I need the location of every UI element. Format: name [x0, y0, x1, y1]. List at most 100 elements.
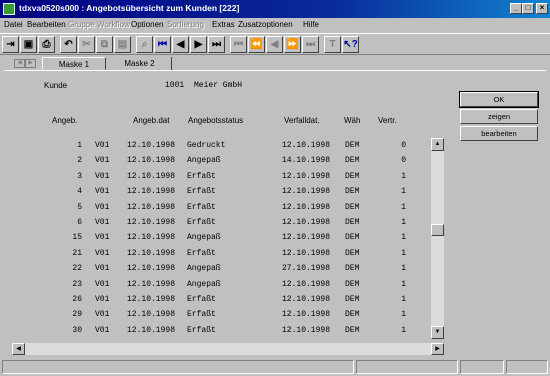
customer-label: Kunde [44, 81, 68, 90]
table-row[interactable]: 3 V01 12.10.1998 Erfaßt 12.10.1998 DEM 1 [12, 169, 432, 185]
table-row[interactable]: 23 V01 12.10.1998 Angepaß 12.10.1998 DEM 1 [12, 277, 432, 293]
help-pointer-icon[interactable]: ↖? [342, 36, 359, 53]
menu-optionen[interactable]: Optionen [131, 20, 163, 29]
cell-offer-position: V01 [95, 141, 110, 150]
previous-group-icon[interactable]: ⏪ [248, 36, 265, 53]
cell-offer-status: Erfaßt [187, 202, 216, 212]
tab-prev-icon[interactable]: ◀ [14, 59, 25, 68]
show-button[interactable]: zeigen [460, 109, 538, 124]
cell-offer-status: Erfaßt [187, 171, 216, 181]
find-icon[interactable]: ⌕ [136, 36, 153, 53]
cell-offer-number: 6 [77, 218, 82, 227]
column-header-currency: Wäh [344, 116, 361, 125]
cell-offer-position: V01 [95, 325, 110, 335]
table-row[interactable]: 29 V01 12.10.1998 Erfaßt 12.10.1998 DEM 1 [12, 307, 432, 323]
scroll-thumb[interactable] [431, 224, 444, 236]
previous-record-icon[interactable]: ◀ [172, 36, 189, 53]
exit-icon[interactable]: ⇥ [2, 36, 19, 53]
table-row[interactable]: 6 V01 12.10.1998 Erfaßt 12.10.1998 DEM 1 [12, 215, 432, 231]
minimize-icon[interactable]: _ [510, 3, 522, 14]
close-icon[interactable]: × [536, 3, 548, 14]
text-icon[interactable]: T [324, 36, 341, 53]
table-row[interactable]: 2 V01 12.10.1998 Angepaß 14.10.1998 DEM 0 [12, 153, 432, 169]
last-record-icon[interactable]: ⏭ [208, 36, 225, 53]
column-header-rep: Vertr. [378, 116, 397, 125]
paste-icon[interactable]: ⧉ [96, 36, 113, 53]
first-group-icon[interactable]: ⏮ [230, 36, 247, 53]
menu-extras[interactable]: Extras [212, 20, 235, 29]
last-group-icon[interactable]: ⏭ [302, 36, 319, 53]
cell-sales-rep: 1 [401, 218, 406, 227]
title-bar: tdxva0520s000 : Angebotsübersicht zum Ku… [0, 0, 550, 18]
table-row[interactable]: 21 V01 12.10.1998 Erfaßt 12.10.1998 DEM 1 [12, 246, 432, 262]
table-row[interactable]: 30 V01 12.10.1998 Erfaßt 12.10.1998 DEM 1 [12, 323, 432, 339]
cell-expiry-date: 12.10.1998 [282, 141, 331, 150]
cell-offer-number: 15 [72, 233, 82, 243]
cell-offer-status: Erfaßt [187, 187, 216, 197]
cell-offer-date: 12.10.1998 [127, 264, 176, 274]
app-icon[interactable] [3, 3, 15, 15]
ok-button[interactable]: OK [459, 91, 539, 108]
status-field-2 [356, 360, 458, 374]
cell-offer-position: V01 [95, 202, 110, 212]
cell-offer-date: 12.10.1998 [127, 171, 176, 181]
scroll-down-icon[interactable]: ▼ [431, 326, 444, 339]
cell-sales-rep: 0 [401, 141, 406, 150]
customer-number: 1001 [165, 81, 185, 90]
cell-offer-number: 4 [77, 187, 82, 197]
menu-sortierung[interactable]: Sortierung [167, 20, 204, 29]
menu-zusatzoptionen[interactable]: Zusatzoptionen [238, 20, 293, 29]
cell-offer-date: 12.10.1998 [127, 295, 176, 304]
window-title: tdxva0520s000 : Angebotsübersicht zum Ku… [19, 3, 240, 13]
cell-sales-rep: 1 [401, 325, 406, 335]
tab-next-icon[interactable]: ▶ [25, 59, 36, 68]
cell-sales-rep: 1 [401, 233, 406, 243]
tab-maske-2[interactable]: Maske 2 [108, 57, 172, 70]
undo-icon[interactable]: ↶ [60, 36, 77, 53]
maximize-icon[interactable]: □ [522, 3, 534, 14]
menu-hilfe[interactable]: Hilfe [303, 20, 319, 29]
cell-offer-number: 21 [72, 248, 82, 258]
table-row[interactable]: 5 V01 12.10.1998 Erfaßt 12.10.1998 DEM 1 [12, 200, 432, 216]
cell-offer-number: 26 [72, 295, 82, 304]
print-icon[interactable]: ⎙ [38, 36, 55, 53]
next-record-icon[interactable]: ▶ [190, 36, 207, 53]
menu-workflow[interactable]: Workflow [97, 20, 130, 29]
cell-sales-rep: 1 [401, 171, 406, 181]
tab-maske-1[interactable]: Maske 1 [42, 57, 106, 70]
scroll-up-icon[interactable]: ▲ [431, 138, 444, 151]
table-row[interactable]: 1 V01 12.10.1998 Gedruckt 12.10.1998 DEM 0 [12, 138, 432, 154]
save-icon[interactable]: ▣ [20, 36, 37, 53]
copy-icon[interactable]: ✂ [78, 36, 95, 53]
table-row[interactable]: 22 V01 12.10.1998 Angepaß 27.10.1998 DEM 1 [12, 261, 432, 277]
toolbar: ⇥ ▣ ⎙ ↶ ✂ ⧉ ▤ ⌕ ⏮ ◀ ▶ ⏭ ⏮ ⏪ ◀ ⏩ ⏭ T ↖? [0, 33, 550, 55]
table-row[interactable]: 26 V01 12.10.1998 Erfaßt 12.10.1998 DEM 1 [12, 292, 432, 308]
scroll-right-icon[interactable]: ▶ [431, 343, 444, 355]
table-row[interactable]: 4 V01 12.10.1998 Erfaßt 12.10.1998 DEM 1 [12, 184, 432, 200]
column-header-date: Angeb.dat [133, 116, 170, 125]
horizontal-scrollbar[interactable]: ◀ ▶ [12, 343, 444, 355]
cell-expiry-date: 12.10.1998 [282, 295, 331, 304]
cell-expiry-date: 12.10.1998 [282, 171, 331, 181]
cell-currency: DEM [345, 218, 360, 227]
first-record-icon[interactable]: ⏮ [154, 36, 171, 53]
cell-offer-number: 30 [72, 325, 82, 335]
edit-button[interactable]: bearbeiten [460, 126, 538, 141]
cell-sales-rep: 1 [401, 248, 406, 258]
menu-gruppe[interactable]: Gruppe [68, 20, 95, 29]
menu-datei[interactable]: Datei [4, 20, 23, 29]
cell-offer-status: Angepaß [187, 233, 221, 243]
cell-offer-number: 29 [72, 310, 82, 320]
cell-currency: DEM [345, 279, 360, 289]
cell-offer-date: 12.10.1998 [127, 310, 176, 320]
cell-expiry-date: 12.10.1998 [282, 279, 331, 289]
vertical-scrollbar[interactable]: ▲ ▼ [431, 138, 444, 339]
clipboard-icon[interactable]: ▤ [114, 36, 131, 53]
cell-offer-date: 12.10.1998 [127, 156, 176, 166]
table-row[interactable]: 15 V01 12.10.1998 Angepaß 12.10.1998 DEM 1 [12, 230, 432, 246]
scroll-left-icon[interactable]: ◀ [12, 343, 25, 355]
next-page-icon[interactable]: ⏩ [284, 36, 301, 53]
previous-page-icon[interactable]: ◀ [266, 36, 283, 53]
cell-offer-number: 23 [72, 279, 82, 289]
menu-bearbeiten[interactable]: Bearbeiten [27, 20, 66, 29]
